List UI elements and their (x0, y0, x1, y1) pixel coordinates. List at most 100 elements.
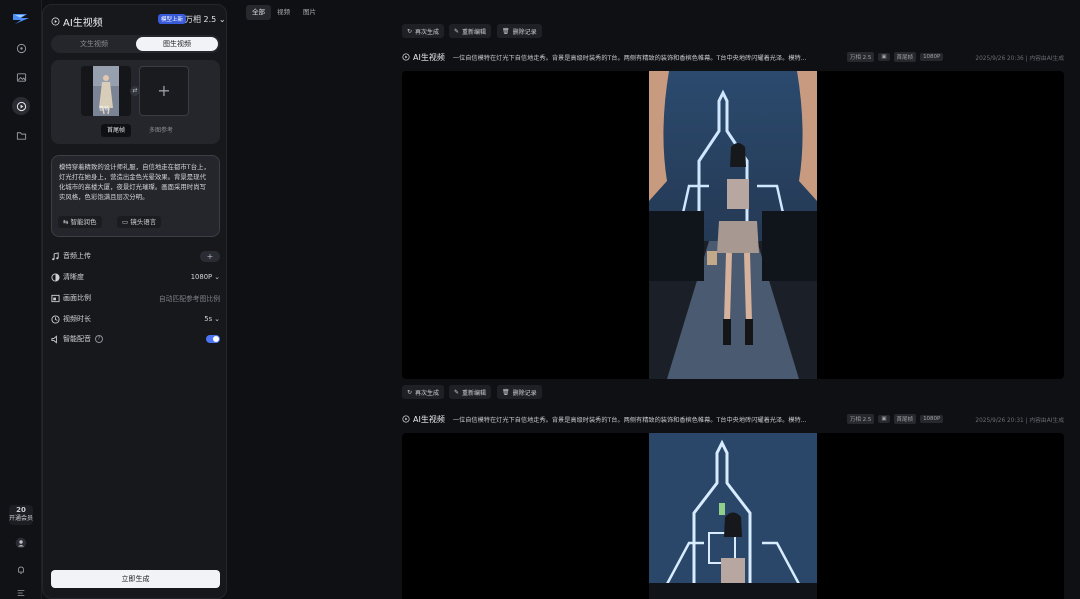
mode-tag: 首尾帧 (893, 414, 917, 424)
video-icon (51, 17, 60, 26)
video-frame-image (649, 433, 817, 599)
edit-icon: ✎ (454, 388, 460, 396)
result-title: AI生视频 (413, 52, 445, 62)
resolution-value: 1080P ⌄ (191, 273, 220, 281)
result-header: AI生视频 一位自信模特在灯光下自信地走秀。背景是高级时装秀的T台。两侧有精致的… (402, 50, 1064, 64)
trash-icon: 🗑 (502, 27, 510, 35)
tab-image[interactable]: 图片 (297, 5, 322, 20)
smart-polish-button[interactable]: ⇆ 智能润色 (58, 216, 102, 228)
resolution-label: 清晰度 (63, 273, 84, 281)
smart-polish-label: 智能润色 (70, 218, 97, 226)
help-icon[interactable]: ? (95, 335, 103, 343)
aspect-ratio-row[interactable]: 画面比例 自动匹配参考图比例 (51, 292, 220, 304)
video-icon (402, 53, 410, 61)
chevron-down-icon: ⌄ (214, 273, 220, 281)
result-prompt: 一位自信模特在灯光下自信地走秀。背景是高级时装秀的T台。两侧有精致的装饰和香槟色… (452, 416, 807, 424)
duration-row[interactable]: 视频时长 5s ⌄ (51, 313, 220, 325)
bell-icon[interactable] (12, 561, 30, 579)
video-frame-image (649, 71, 817, 379)
edit-icon: ✎ (454, 27, 460, 35)
refresh-icon: ↻ (407, 388, 413, 396)
app-root: 20 开通会员 AI生视频 模型上新 万相 2.5 ⌄ 文生视频 图生视频 首帧… (0, 0, 1080, 599)
chevron-down-icon: ⌄ (218, 15, 226, 24)
duration-value: 5s ⌄ (204, 315, 220, 323)
vip-button[interactable]: 20 开通会员 (9, 505, 33, 525)
smart-dubbing-toggle[interactable] (206, 335, 220, 343)
vip-label: 开通会员 (9, 515, 34, 523)
delete-button[interactable]: 🗑 删除记录 (497, 385, 542, 399)
aspect-ratio-label: 画面比例 (63, 294, 91, 302)
audio-upload-row: 音频上传 + (51, 250, 220, 262)
resolution-tag: 1080P (920, 415, 944, 423)
nav-assets-icon[interactable] (12, 126, 30, 144)
result-meta: 2025/9/26 20:36 | 内容由AI生成 (975, 55, 1064, 62)
polish-icon: ⇆ (63, 218, 69, 226)
avatar[interactable] (12, 534, 30, 552)
regenerate-label: 再次生成 (415, 28, 440, 36)
audio-upload-label: 音频上传 (63, 252, 91, 260)
regenerate-label: 再次生成 (415, 389, 440, 397)
result-header: AI生视频 一位自信模特在灯光下自信地走秀。背景是高级时装秀的T台。两侧有精致的… (402, 412, 1064, 426)
delete-label: 删除记录 (512, 389, 537, 397)
model-tag: 万相 2.5 (846, 52, 875, 62)
frame-image-icon: ▣ (878, 415, 890, 423)
camera-language-label: 镜头语言 (130, 218, 157, 226)
mode-tag: 首尾帧 (893, 52, 917, 62)
resolution-icon (51, 272, 60, 282)
reedit-button[interactable]: ✎ 重新编辑 (449, 24, 492, 38)
panel-title: AI生视频 (51, 14, 103, 29)
refresh-icon: ↻ (407, 27, 413, 35)
tab-text-to-video[interactable]: 文生视频 (53, 37, 135, 51)
video-player[interactable] (402, 71, 1064, 379)
mode-switch: 文生视频 图生视频 (51, 35, 220, 53)
add-last-frame-button[interactable]: + (139, 66, 189, 116)
first-frame-thumbnail[interactable]: 首帧 (81, 66, 131, 116)
resolution-value-text: 1080P (190, 273, 213, 281)
delete-button[interactable]: 🗑 删除记录 (497, 24, 542, 38)
resolution-tag: 1080P (920, 53, 944, 61)
tab-all[interactable]: 全部 (246, 5, 271, 20)
prompt-input[interactable]: 模特穿着精致的设计师礼服，自信地走在都市T台上，灯光打在她身上，营造出金色光晕效… (51, 155, 220, 237)
result-title: AI生视频 (413, 414, 445, 424)
duration-label: 视频时长 (63, 315, 91, 323)
regenerate-button[interactable]: ↻ 再次生成 (402, 24, 445, 38)
camera-icon: ▭ (122, 218, 129, 226)
delete-label: 删除记录 (512, 28, 537, 36)
prompt-text: 模特穿着精致的设计师礼服，自信地走在都市T台上，灯光打在她身上，营造出金色光晕效… (59, 163, 210, 201)
smart-dubbing-row: 智能配音 ? (51, 333, 220, 345)
duration-value-text: 5s (204, 315, 213, 323)
reedit-button[interactable]: ✎ 重新编辑 (449, 385, 492, 399)
left-rail: 20 开通会员 (0, 0, 42, 599)
trash-icon: 🗑 (502, 388, 510, 396)
aspect-ratio-icon (51, 294, 60, 303)
nav-image-icon[interactable] (12, 68, 30, 86)
frame-image-icon: ▣ (878, 53, 890, 61)
reedit-label: 重新编辑 (462, 28, 487, 36)
create-panel: AI生视频 模型上新 万相 2.5 ⌄ 文生视频 图生视频 首帧 ⇄ + 首尾帧… (42, 4, 227, 599)
video-icon (402, 415, 410, 423)
tab-video[interactable]: 视频 (271, 5, 296, 20)
menu-icon[interactable] (12, 584, 30, 599)
regenerate-button[interactable]: ↻ 再次生成 (402, 385, 445, 399)
nav-explore-icon[interactable] (12, 39, 30, 57)
chevron-down-icon: ⌄ (214, 315, 220, 323)
frame-upload-area: 首帧 ⇄ + 首尾帧 多图参考 (51, 60, 220, 144)
audio-upload-button[interactable]: + (200, 250, 220, 262)
app-logo-icon[interactable] (12, 12, 30, 26)
model-tag: 万相 2.5 (846, 414, 875, 424)
tab-image-to-video[interactable]: 图生视频 (136, 37, 218, 51)
music-note-icon (51, 251, 60, 261)
tab-first-last-frame[interactable]: 首尾帧 (101, 124, 132, 137)
model-select[interactable]: 万相 2.5 ⌄ (185, 14, 226, 25)
first-frame-label: 首帧 (99, 106, 110, 112)
speaker-icon (51, 334, 60, 344)
aspect-ratio-value: 自动匹配参考图比例 (158, 295, 220, 303)
panel-title-text: AI生视频 (63, 18, 103, 29)
resolution-row[interactable]: 清晰度 1080P ⌄ (51, 271, 220, 283)
result-prompt: 一位自信模特在灯光下自信地走秀。背景是高级时装秀的T台。两侧有精致的装饰和香槟色… (452, 54, 807, 62)
tab-multi-image-reference[interactable]: 多图参考 (143, 124, 179, 137)
video-player[interactable] (402, 433, 1064, 599)
nav-video-icon[interactable] (12, 97, 30, 115)
camera-language-button[interactable]: ▭ 镜头语言 (117, 216, 162, 228)
generate-button[interactable]: 立即生成 (51, 570, 220, 588)
